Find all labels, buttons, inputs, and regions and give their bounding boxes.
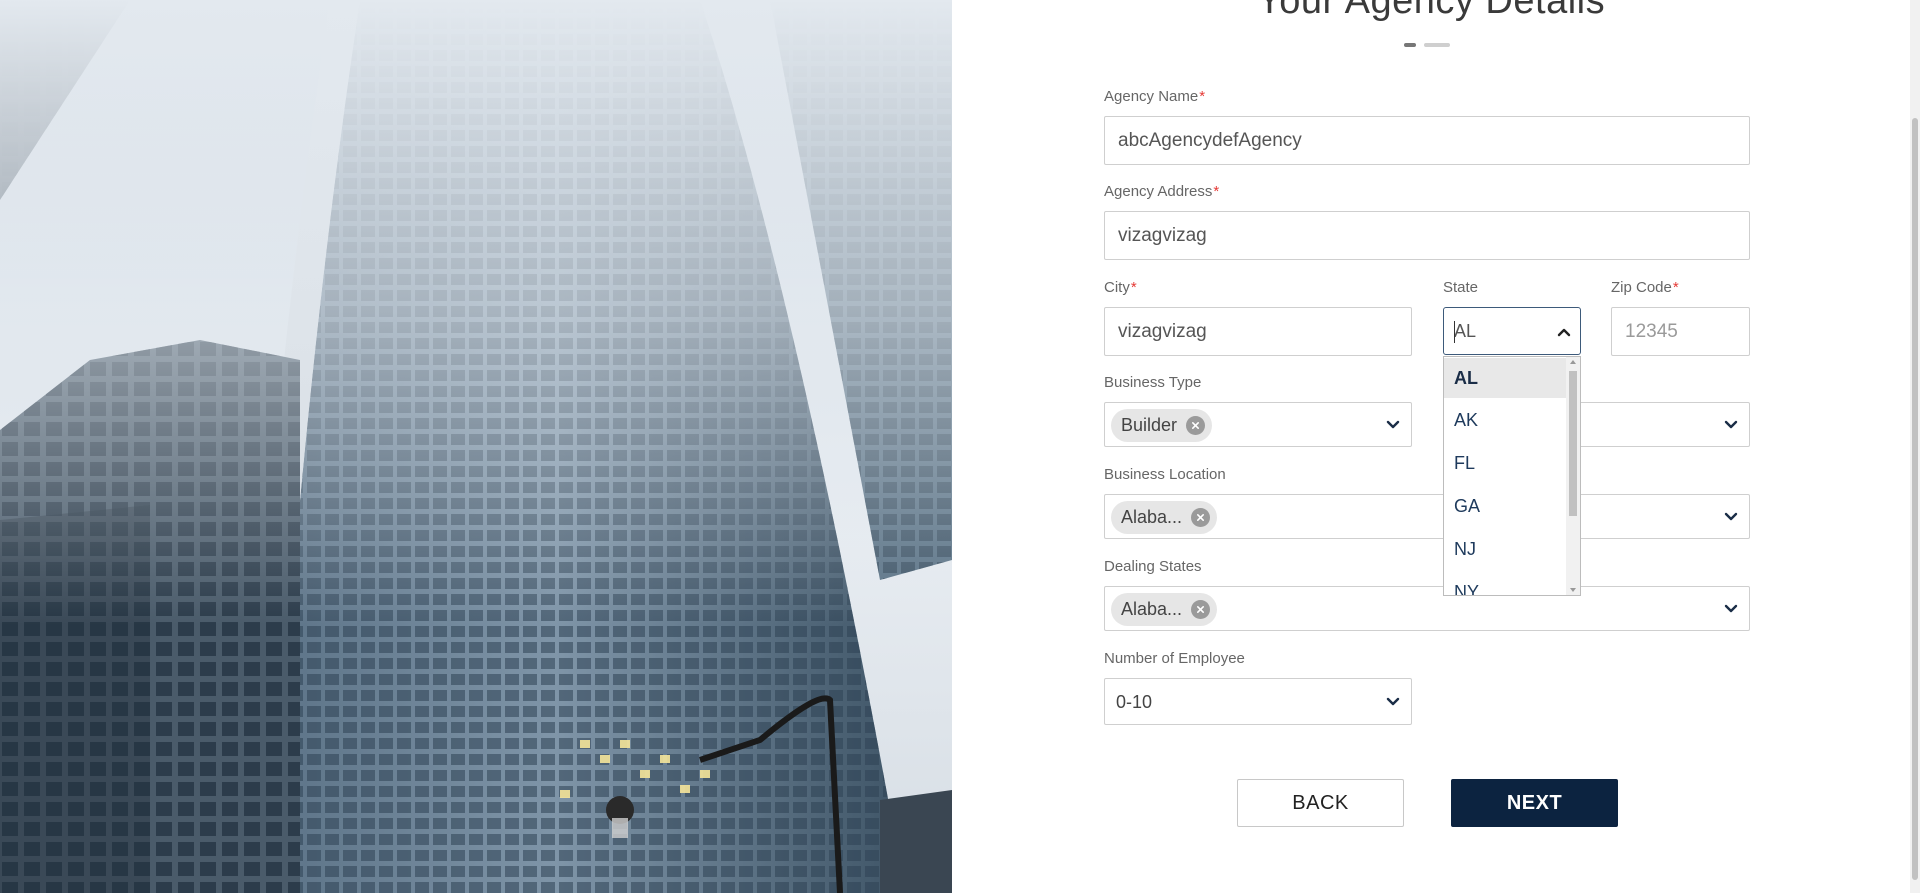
dropdown-scrollbar[interactable] xyxy=(1566,357,1580,595)
city-input[interactable] xyxy=(1104,307,1412,356)
business-location-select[interactable]: Alaba... xyxy=(1104,494,1750,539)
state-option[interactable]: FL xyxy=(1444,443,1566,483)
scrollbar-thumb[interactable] xyxy=(1569,371,1577,516)
state-label: State xyxy=(1443,279,1479,296)
chevron-down-icon[interactable] xyxy=(1385,417,1401,433)
state-option[interactable]: NJ xyxy=(1444,529,1566,569)
chip-label: Builder xyxy=(1121,415,1178,435)
page-title: Your Agency Details xyxy=(1256,0,1606,22)
state-option[interactable]: NY xyxy=(1444,572,1566,596)
chip-label: Alaba... xyxy=(1121,599,1183,619)
next-button[interactable]: NEXT xyxy=(1451,779,1618,827)
agency-address-input[interactable] xyxy=(1104,211,1750,260)
dealing-states-select[interactable]: Alaba... xyxy=(1104,586,1750,631)
dealing-states-chip: Alaba... xyxy=(1111,593,1218,626)
business-type-label: Business Type xyxy=(1104,374,1202,391)
business-type-select[interactable]: Builder xyxy=(1104,402,1412,447)
state-dropdown-list[interactable]: AL AK FL GA NJ NY xyxy=(1443,356,1581,596)
chevron-down-icon[interactable] xyxy=(1385,694,1401,710)
agency-name-label: Agency Name* xyxy=(1104,88,1206,105)
dealing-states-label: Dealing States xyxy=(1104,558,1202,575)
state-typed-value: AL xyxy=(1454,321,1477,341)
step-2-indicator xyxy=(1424,43,1450,47)
scroll-up-arrow-icon[interactable] xyxy=(1570,360,1576,364)
skyscraper-illustration xyxy=(0,0,952,893)
business-location-label: Business Location xyxy=(1104,466,1226,483)
required-mark: * xyxy=(1199,88,1206,105)
state-option[interactable]: AK xyxy=(1444,400,1566,440)
chevron-down-icon[interactable] xyxy=(1723,509,1739,525)
agency-address-label: Agency Address* xyxy=(1104,183,1220,200)
business-type-chip: Builder xyxy=(1111,409,1213,442)
step-1-indicator xyxy=(1404,43,1416,47)
chevron-down-icon[interactable] xyxy=(1723,417,1739,433)
business-location-chip: Alaba... xyxy=(1111,501,1218,534)
city-label: City* xyxy=(1104,279,1137,296)
scroll-down-arrow-icon[interactable] xyxy=(1570,588,1576,592)
chip-label: Alaba... xyxy=(1121,507,1183,527)
close-circle-icon[interactable] xyxy=(1186,416,1206,435)
step-indicator xyxy=(1404,43,1450,47)
number-of-employee-label: Number of Employee xyxy=(1104,650,1245,667)
required-mark: * xyxy=(1213,183,1220,200)
number-of-employee-select[interactable]: 0-10 xyxy=(1104,678,1412,725)
required-mark: * xyxy=(1130,279,1137,296)
chevron-down-icon[interactable] xyxy=(1723,601,1739,617)
state-option[interactable]: GA xyxy=(1444,486,1566,526)
agency-name-input[interactable] xyxy=(1104,116,1750,165)
building-photo xyxy=(0,0,952,893)
chevron-up-icon[interactable] xyxy=(1556,324,1572,340)
required-mark: * xyxy=(1672,279,1679,296)
state-combobox[interactable]: AL xyxy=(1443,307,1581,355)
text-caret xyxy=(1454,321,1455,343)
close-circle-icon[interactable] xyxy=(1191,600,1211,619)
page-scrollbar[interactable] xyxy=(1910,0,1920,893)
zip-code-label: Zip Code* xyxy=(1611,279,1679,296)
state-option[interactable]: AL xyxy=(1444,358,1566,398)
page-scrollbar-thumb[interactable] xyxy=(1912,118,1918,880)
zip-code-input[interactable] xyxy=(1611,307,1750,356)
close-circle-icon[interactable] xyxy=(1191,508,1211,527)
number-of-employee-value: 0-10 xyxy=(1116,692,1153,712)
back-button[interactable]: BACK xyxy=(1237,779,1404,827)
